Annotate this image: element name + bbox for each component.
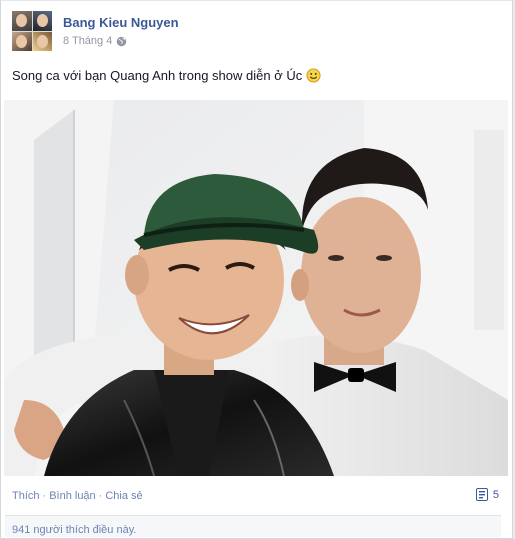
avatar[interactable] — [12, 11, 52, 51]
avatar-tile — [32, 31, 52, 51]
smiley-icon — [306, 68, 321, 83]
avatar-tile — [32, 11, 52, 31]
author-name-link[interactable]: Bang Kieu Nguyen — [63, 15, 179, 30]
post-date-link[interactable]: 8 Tháng 4 — [63, 35, 112, 47]
share-count-icon — [475, 488, 488, 501]
like-link[interactable]: Thích — [12, 490, 40, 502]
post-text-content: Song ca với bạn Quang Anh trong show diễ… — [12, 68, 303, 83]
post-actions: Thích · Bình luận · Chia sẻ — [12, 490, 143, 502]
share-link[interactable]: Chia sẻ — [105, 490, 142, 502]
separator: · — [42, 490, 47, 502]
post-card: Bang Kieu Nguyen 8 Tháng 4 Song ca với b… — [0, 0, 513, 539]
globe-icon[interactable] — [116, 36, 127, 47]
avatar-tile — [12, 31, 32, 51]
post-meta: 8 Tháng 4 — [63, 35, 127, 47]
photo-illustration — [4, 100, 508, 476]
post-photo[interactable] — [4, 100, 508, 476]
post-header: Bang Kieu Nguyen 8 Tháng 4 — [12, 11, 492, 53]
comment-link[interactable]: Bình luận — [49, 490, 95, 502]
share-count[interactable]: 5 — [475, 488, 499, 501]
separator: · — [98, 490, 103, 502]
post-text: Song ca với bạn Quang Anh trong show diễ… — [12, 68, 321, 83]
avatar-tile — [12, 11, 32, 31]
share-count-value: 5 — [492, 488, 499, 501]
likes-bar: 941 người thích điều này. — [5, 515, 501, 537]
likes-count-link[interactable]: 941 người thích điều này. — [12, 524, 136, 536]
